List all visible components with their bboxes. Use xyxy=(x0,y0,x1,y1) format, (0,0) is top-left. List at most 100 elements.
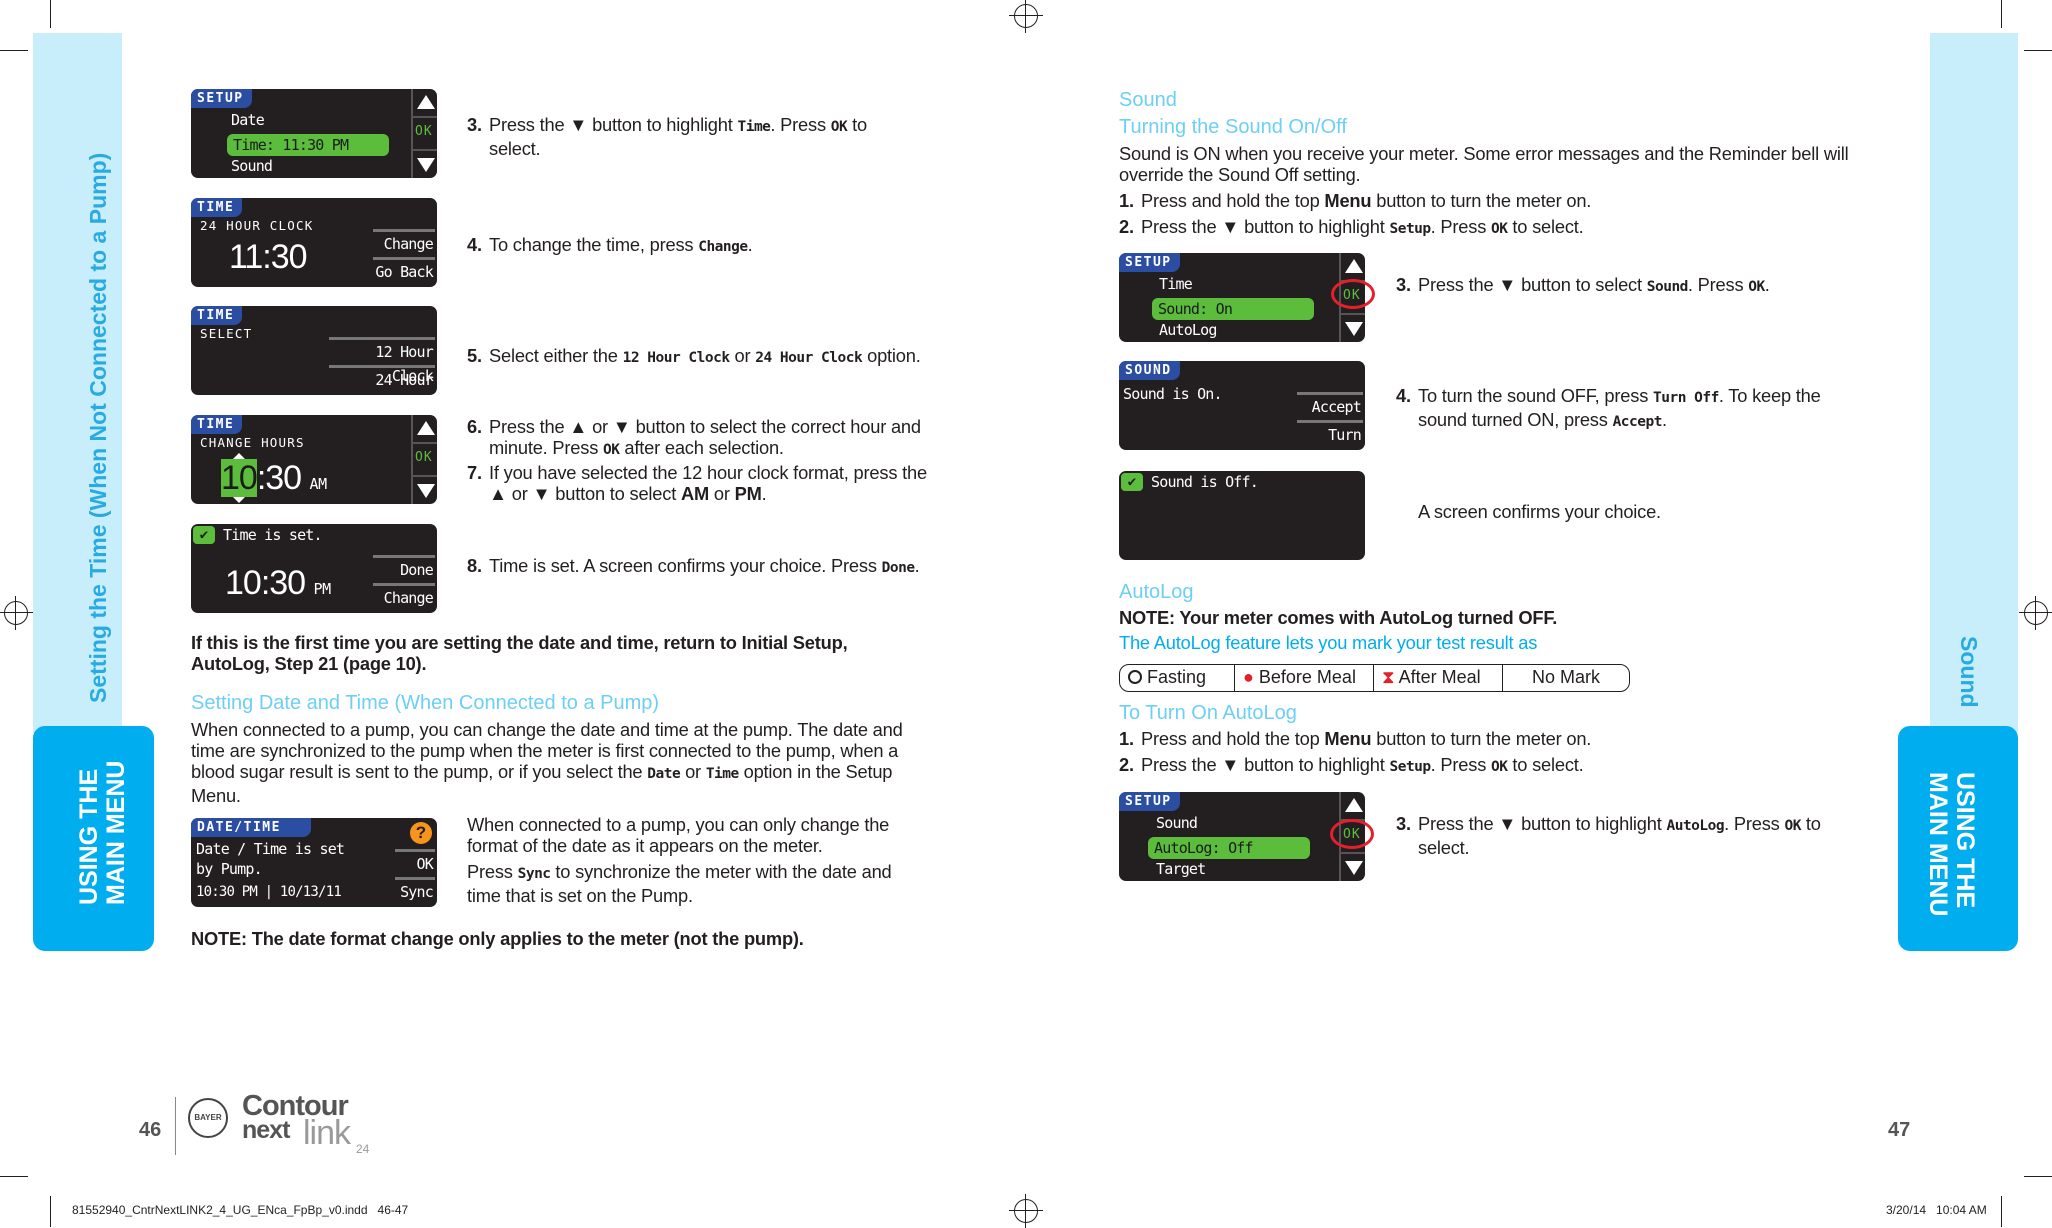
text-segment: Press and hold the top xyxy=(1141,728,1325,749)
meter-screen-setup-time: SETUP Date Time: 11:30 PM Sound OK xyxy=(191,89,437,178)
right-chapter-tab-label: USING THE MAIN MENU xyxy=(1924,772,1979,917)
crop-mark xyxy=(2001,0,2002,28)
time-display: 10:30 xyxy=(225,564,306,602)
rich-text: If you have selected the 12 hour clock f… xyxy=(489,462,927,504)
text-segment: . xyxy=(761,483,767,504)
meter-term: Done xyxy=(881,560,915,576)
tab-line: USING THE xyxy=(75,768,103,905)
crop-mark xyxy=(2024,1176,2052,1177)
crop-mark xyxy=(2024,50,2052,51)
registration-target-icon xyxy=(0,596,33,630)
meter-term: OK xyxy=(830,119,848,135)
arrow-down-icon xyxy=(1345,861,1363,875)
arrow-up-icon xyxy=(417,95,435,109)
screen-tab: TIME xyxy=(191,415,243,434)
meter-term: Sound xyxy=(1646,279,1689,295)
text-segment: Select either the xyxy=(489,345,623,366)
sound-step-2: 2. Press the ▼ button to highlight Setup.… xyxy=(1119,216,1839,240)
step-number: 4. xyxy=(1396,385,1411,406)
text-segment: . xyxy=(1661,409,1667,430)
bayer-logo: BAYER xyxy=(188,1098,228,1138)
screen-subtitle: 24 HOUR CLOCK xyxy=(200,218,314,233)
screen-text: Sound is On. xyxy=(1123,385,1223,403)
bold-text: Menu xyxy=(1324,728,1372,749)
sound-step-3: 3. Press the ▼ button to select Sound. Pr… xyxy=(1396,274,1876,298)
sync-text: Press Sync to synchronize the meter with… xyxy=(467,861,922,906)
text-segment: Press the ▼ button to highlight xyxy=(489,114,738,135)
rich-text: Select either the 12 Hour Clock or 24 Ho… xyxy=(489,345,921,366)
registration-target-icon xyxy=(2019,596,2052,630)
crop-mark xyxy=(50,1196,51,1227)
right-side-band xyxy=(1930,33,2018,733)
apple-icon: ● xyxy=(1243,667,1254,687)
meter-term: 24 Hour Clock xyxy=(755,350,863,366)
left-section-title: Setting the Time (When Not Connected to … xyxy=(85,152,111,703)
text-segment: Press the ▼ button to highlight xyxy=(1418,813,1667,834)
marker-before-meal: ● Before Meal xyxy=(1235,665,1374,691)
right-section-title: Sound xyxy=(1956,636,1982,708)
crop-mark xyxy=(2001,1196,2002,1227)
text-segment: . Press xyxy=(1687,274,1749,295)
text-segment: or xyxy=(708,483,735,504)
step-5: 5. Select either the 12 Hour Clock or 24 … xyxy=(467,345,947,369)
rich-text: To turn the sound OFF, press Turn Off. T… xyxy=(1418,385,1821,430)
text-segment: button to turn the meter on. xyxy=(1371,728,1592,749)
pump-section-heading: Setting Date and Time (When Connected to… xyxy=(191,692,660,714)
bayer-logo-text: BAYER xyxy=(194,1113,222,1122)
meter-term: OK xyxy=(1491,221,1508,237)
tab-line: USING THE xyxy=(1951,772,1979,909)
ok-label: OK xyxy=(415,450,433,465)
12-hour-option: 12 Hour Clock xyxy=(329,337,435,385)
menu-item: Target xyxy=(1156,860,1206,878)
meter-screen-sound: SOUND Sound is On. Accept Turn Off xyxy=(1119,361,1365,450)
screen-tab: SOUND xyxy=(1119,361,1180,380)
link-logo: link xyxy=(303,1114,351,1152)
sound-step-4: 4. To turn the sound OFF, press Turn Off.… xyxy=(1396,385,1836,433)
sync-option: Sync xyxy=(395,877,435,905)
divider xyxy=(175,1097,176,1155)
sound-heading: Sound xyxy=(1119,89,1177,111)
apple-core-icon: ⧗ xyxy=(1382,667,1395,687)
tab-line: MAIN MENU xyxy=(1924,772,1952,917)
screen-tab: SETUP xyxy=(1119,253,1180,272)
autolog-heading: AutoLog xyxy=(1119,581,1194,603)
text-segment: Press xyxy=(467,861,518,882)
meter-term: Setup xyxy=(1389,221,1431,237)
rich-text: Press the ▲ or ▼ button to select the co… xyxy=(489,416,921,458)
menu-item: AutoLog xyxy=(1159,321,1217,339)
crop-mark xyxy=(0,50,28,51)
ok-label: OK xyxy=(415,124,433,139)
text-segment: Time is set. A screen confirms your choi… xyxy=(489,555,882,576)
bold-text: Menu xyxy=(1324,190,1372,211)
meter-screen-setup-autolog: SETUP Sound AutoLog: Off Target OK xyxy=(1119,792,1365,881)
text-segment: . xyxy=(747,234,753,255)
marker-label: No Mark xyxy=(1531,667,1600,687)
screen-text: by Pump. xyxy=(196,860,263,878)
text-segment: to select. xyxy=(1507,216,1584,237)
rich-text: Press the ▼ button to select Sound. Pres… xyxy=(1418,274,1770,295)
rich-text: To change the time, press Change. xyxy=(489,234,753,255)
text-segment: Press the ▼ button to highlight xyxy=(1141,754,1390,775)
screen-text: 10:30 PM | 10/13/11 xyxy=(196,884,342,900)
24-hour-option: 24 Hour Clock xyxy=(329,365,435,393)
screen-subtitle: CHANGE HOURS xyxy=(200,435,305,450)
sound-subheading: Turning the Sound On/Off xyxy=(1119,116,1347,138)
step-number: 8. xyxy=(467,555,482,576)
done-option: Done xyxy=(373,555,435,583)
rich-text: Press the ▼ button to highlight Setup. P… xyxy=(1141,754,1584,775)
page-number: 47 xyxy=(1888,1119,1911,1141)
step-number: 2. xyxy=(1119,754,1134,775)
confirm-text: A screen confirms your choice. xyxy=(1418,501,1661,522)
step-3: 3. Press the ▼ button to highlight Time. … xyxy=(467,114,867,159)
step-6: 6. Press the ▲ or ▼ button to select the … xyxy=(467,416,942,461)
menu-item: Sound xyxy=(231,157,273,175)
arrow-up-icon xyxy=(1345,798,1363,812)
autolog-step-1: 1. Press and hold the top Menu button to … xyxy=(1119,728,1839,749)
text-segment: or xyxy=(729,345,756,366)
rich-text: Press and hold the top Menu button to tu… xyxy=(1141,728,1591,749)
meter-screen-time-set: ✔ Time is set. 10:30 PM Done Change xyxy=(191,524,437,613)
text-segment: . Press xyxy=(1430,754,1492,775)
text-segment: Press the ▼ button to highlight xyxy=(1141,216,1390,237)
marker-after-meal: ⧗ After Meal xyxy=(1374,665,1503,691)
autolog-feature-text: The AutoLog feature lets you mark your t… xyxy=(1119,632,1538,653)
